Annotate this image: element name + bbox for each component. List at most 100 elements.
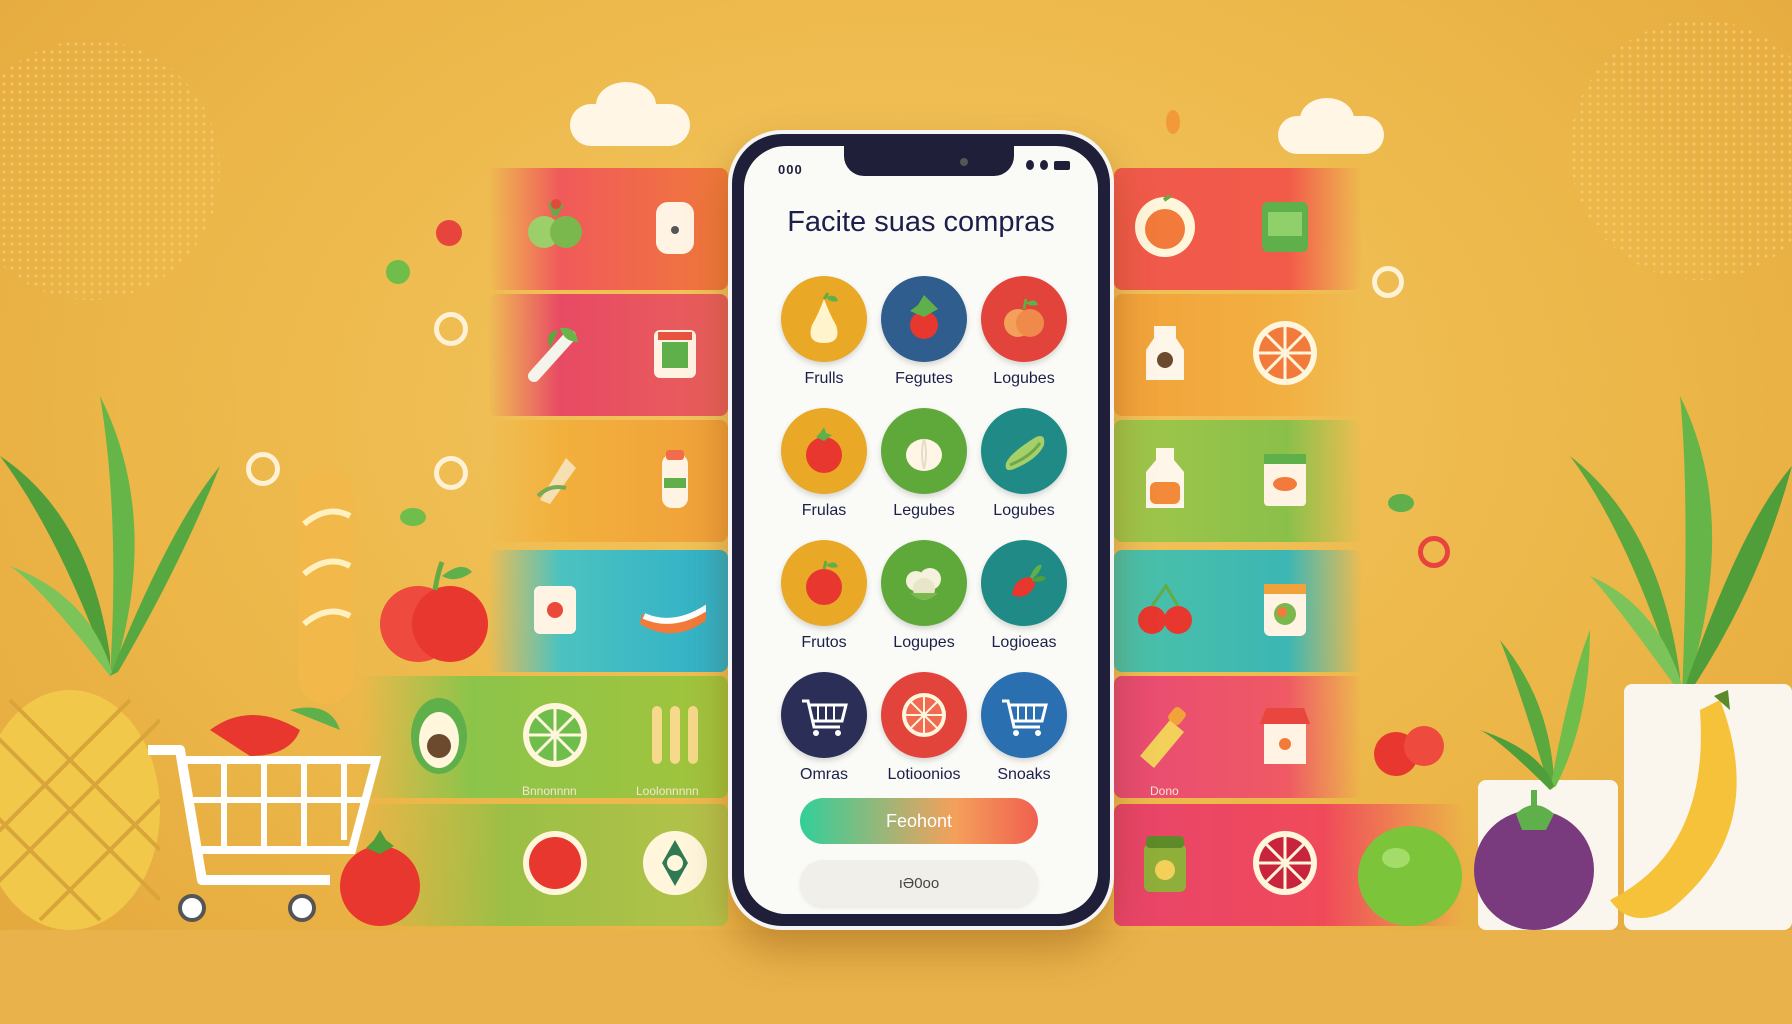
pear-icon (810, 292, 838, 343)
category-item[interactable]: Omras (774, 672, 874, 784)
salad-jar-icon (1250, 574, 1320, 644)
category-item[interactable]: Frutos (774, 540, 874, 652)
category-item[interactable]: Logubes (974, 408, 1074, 520)
cherries-icon (1130, 574, 1200, 644)
side-label-left-1: Bnnonnnn (522, 784, 577, 798)
ring-decor (434, 456, 468, 490)
plant-left (0, 396, 220, 676)
category-circle[interactable] (881, 276, 967, 362)
dot-decor (436, 220, 462, 246)
category-circle[interactable] (981, 672, 1067, 758)
cloud-right-top (1300, 98, 1354, 140)
ring-decor (246, 452, 280, 486)
category-item[interactable]: Logubes (974, 276, 1074, 388)
radish-icon (1012, 564, 1046, 597)
wifi-icon (1040, 160, 1048, 170)
dotted-pattern-right (1570, 20, 1792, 280)
category-label: Legubes (893, 502, 955, 519)
app-title: Facite suas compras (787, 206, 1055, 238)
category-item[interactable]: Legubes (874, 408, 974, 520)
celery-icon (520, 318, 590, 388)
category-label: Frulls (804, 370, 844, 387)
garlic-icon (906, 438, 942, 471)
banana-icon (1590, 690, 1760, 920)
category-circle[interactable] (881, 408, 967, 494)
basket-icon (1002, 699, 1048, 736)
can-icon (640, 318, 710, 388)
side-label-right-1: Dono (1150, 784, 1179, 798)
category-item[interactable]: Snoaks (974, 672, 1074, 784)
category-label: Frulas (801, 502, 847, 519)
category-circle[interactable] (881, 540, 967, 626)
tomato-slice-icon (520, 828, 590, 898)
milk-bottle-icon (1130, 318, 1200, 388)
juice-bottle-icon (1130, 444, 1200, 514)
packet-icon (520, 574, 590, 644)
shop-icon (1250, 700, 1320, 770)
category-label: Logioeas (991, 634, 1057, 651)
dot-decor (1388, 494, 1414, 512)
category-label: Fegutes (895, 370, 953, 387)
category-circle[interactable] (981, 408, 1067, 494)
corn-icon (520, 444, 590, 514)
cherry-tomatoes-icon (1370, 704, 1450, 784)
grapes-icon (520, 192, 590, 262)
category-circle[interactable] (781, 540, 867, 626)
apple-icon (806, 560, 842, 605)
floor (0, 930, 1792, 1024)
kiwi-slice-icon (640, 828, 710, 898)
category-circle[interactable] (981, 276, 1067, 362)
status-indicators (1026, 160, 1070, 170)
green-pack-icon (1250, 192, 1320, 262)
category-label: Omras (800, 766, 848, 783)
snack-box-icon (1250, 444, 1320, 514)
status-time: 000 (778, 162, 803, 177)
secondary-button[interactable]: ıƏ0oo (800, 860, 1038, 906)
ring-decor (1372, 266, 1404, 298)
apple-icon (380, 552, 490, 672)
baguette-icon (292, 464, 362, 704)
category-label: Logupes (893, 634, 955, 651)
side-label-left-2: Loolonnnnn (636, 784, 699, 798)
category-label: Lotioonios (887, 766, 961, 783)
category-item[interactable]: Logioeas (974, 540, 1074, 652)
strawberry-icon (910, 295, 938, 339)
dot-decor (1166, 110, 1180, 134)
phone-notch (844, 146, 1014, 176)
primary-button[interactable]: Feohont (800, 798, 1038, 844)
category-circle[interactable] (881, 672, 967, 758)
citrus-slice-icon (902, 693, 946, 737)
pepper-icon (636, 574, 706, 644)
eggplant-icon (1470, 786, 1600, 936)
phone-device: 000 Facite suas compras Frulls Fegutes L… (728, 130, 1114, 930)
lime-slice-icon (520, 700, 590, 770)
category-grid: Frulls Fegutes Logubes Frulas Legubes Lo… (774, 276, 1074, 784)
signal-icon (1026, 160, 1034, 170)
dotted-pattern-left (0, 40, 220, 300)
dot-decor (400, 508, 426, 526)
tomato-icon (806, 427, 842, 473)
category-label: Logubes (993, 370, 1055, 387)
category-circle[interactable] (981, 540, 1067, 626)
category-circle[interactable] (781, 276, 867, 362)
category-item[interactable]: Lotioonios (874, 672, 974, 784)
orange-slice-icon (1250, 318, 1320, 388)
cauliflower-icon (906, 568, 941, 600)
tomato-icon (336, 820, 426, 930)
bottle-icon (640, 444, 710, 514)
category-circle[interactable] (781, 408, 867, 494)
ring-decor (434, 312, 468, 346)
ring-decor (1418, 536, 1450, 568)
category-item[interactable]: Logupes (874, 540, 974, 652)
category-circle[interactable] (781, 672, 867, 758)
category-item[interactable]: Fegutes (874, 276, 974, 388)
jar-icon (640, 192, 710, 262)
cloud-left-top (596, 82, 656, 128)
phone-screen: 000 Facite suas compras Frulls Fegutes L… (744, 146, 1098, 914)
category-item[interactable]: Frulls (774, 276, 874, 388)
sauce-bottle-icon (1130, 700, 1200, 770)
lime-icon (1356, 818, 1466, 930)
cart-icon (802, 699, 848, 736)
avocado-icon (404, 698, 474, 774)
category-item[interactable]: Frulas (774, 408, 874, 520)
